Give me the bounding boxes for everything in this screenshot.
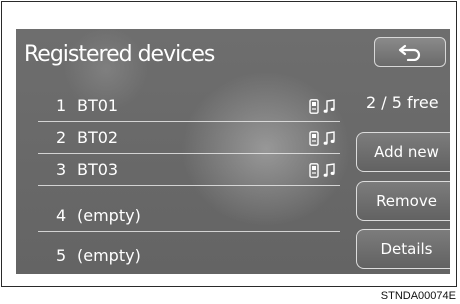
free-slots-status: 2 / 5 free xyxy=(366,93,439,112)
phone-icon xyxy=(309,99,319,114)
device-number: 5 xyxy=(56,246,67,265)
music-icon xyxy=(323,163,335,177)
screen-title: Registered devices xyxy=(24,42,215,67)
device-number: 2 xyxy=(56,128,67,147)
add-new-button[interactable]: Add new xyxy=(356,132,450,172)
device-row-3[interactable]: 3 BT03 xyxy=(16,155,340,186)
device-name: (empty) xyxy=(77,206,141,225)
details-button[interactable]: Details xyxy=(356,229,450,269)
remove-button[interactable]: Remove xyxy=(356,181,450,221)
figure-frame: Registered devices 1 BT01 2 BT02 3 BT03 … xyxy=(1,1,457,287)
music-icon xyxy=(323,99,335,113)
display-screen: Registered devices 1 BT01 2 BT02 3 BT03 … xyxy=(16,29,450,274)
device-row-1[interactable]: 1 BT01 xyxy=(16,91,340,122)
device-row-4[interactable]: 4 (empty) xyxy=(16,201,340,232)
device-row-5[interactable]: 5 (empty) xyxy=(16,241,340,272)
device-name: (empty) xyxy=(77,246,141,265)
device-row-2[interactable]: 2 BT02 xyxy=(16,123,340,154)
device-name: BT01 xyxy=(77,96,119,115)
device-name: BT02 xyxy=(77,128,119,147)
row-divider xyxy=(38,121,340,122)
row-divider xyxy=(38,185,340,186)
device-number: 3 xyxy=(56,160,67,179)
phone-icon xyxy=(309,131,319,146)
return-arrow-icon xyxy=(398,44,421,61)
device-number: 1 xyxy=(56,96,67,115)
device-name: BT03 xyxy=(77,160,119,179)
music-icon xyxy=(323,131,335,145)
back-button[interactable] xyxy=(374,37,446,67)
row-divider xyxy=(38,153,340,154)
figure-caption: STNDA00074E xyxy=(380,290,456,302)
device-number: 4 xyxy=(56,206,67,225)
row-divider xyxy=(38,231,340,232)
phone-icon xyxy=(309,163,319,178)
